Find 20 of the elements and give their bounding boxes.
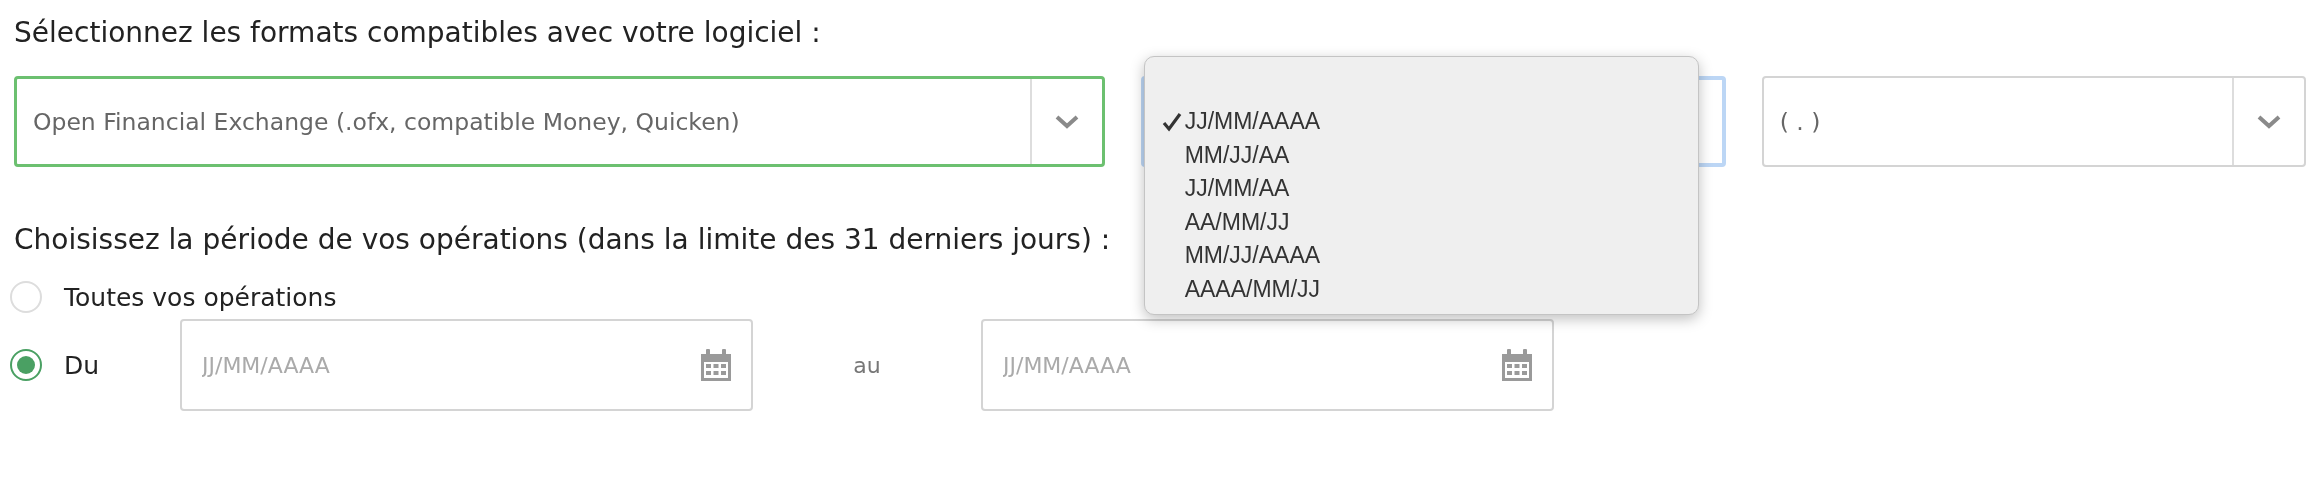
radio-label: Toutes vos opérations [64,282,337,312]
chevron-down-icon [1054,114,1079,129]
dropdown-option[interactable]: MM/JJ/AAAA [1144,239,1698,273]
dropdown-option[interactable]: JJ/MM/AA [1144,172,1698,206]
calendar-icon[interactable] [1500,348,1534,382]
dropdown-option[interactable]: MM/JJ/AA [1144,138,1698,172]
calendar-icon[interactable] [699,348,733,382]
radio-button[interactable] [10,349,42,381]
format-select[interactable]: Open Financial Exchange (.ofx, compatible Money, Quicken) [14,76,1105,167]
radio-option[interactable]: Toutes vos opérations [10,281,337,313]
dropdown-option[interactable]: AA/MM/JJ [1144,205,1698,239]
section-heading: Sélectionnez les formats compatibles avec votre logiciel : [14,15,821,51]
radio-label: Du [64,350,100,380]
dropdown-option[interactable]: AAAA/MM/JJ [1144,272,1698,306]
radio-option[interactable]: Du [10,349,180,381]
range-label: au [852,352,882,378]
section-heading: Choisissez la période de vos opérations (dans la limite des 31 derniers jours) : [14,222,1111,258]
dropdown-option[interactable]: JJ/MM/AAAA [1144,105,1698,139]
separator-select[interactable]: ( . ) [1761,76,2306,167]
chevron-down-icon [2257,114,2281,129]
